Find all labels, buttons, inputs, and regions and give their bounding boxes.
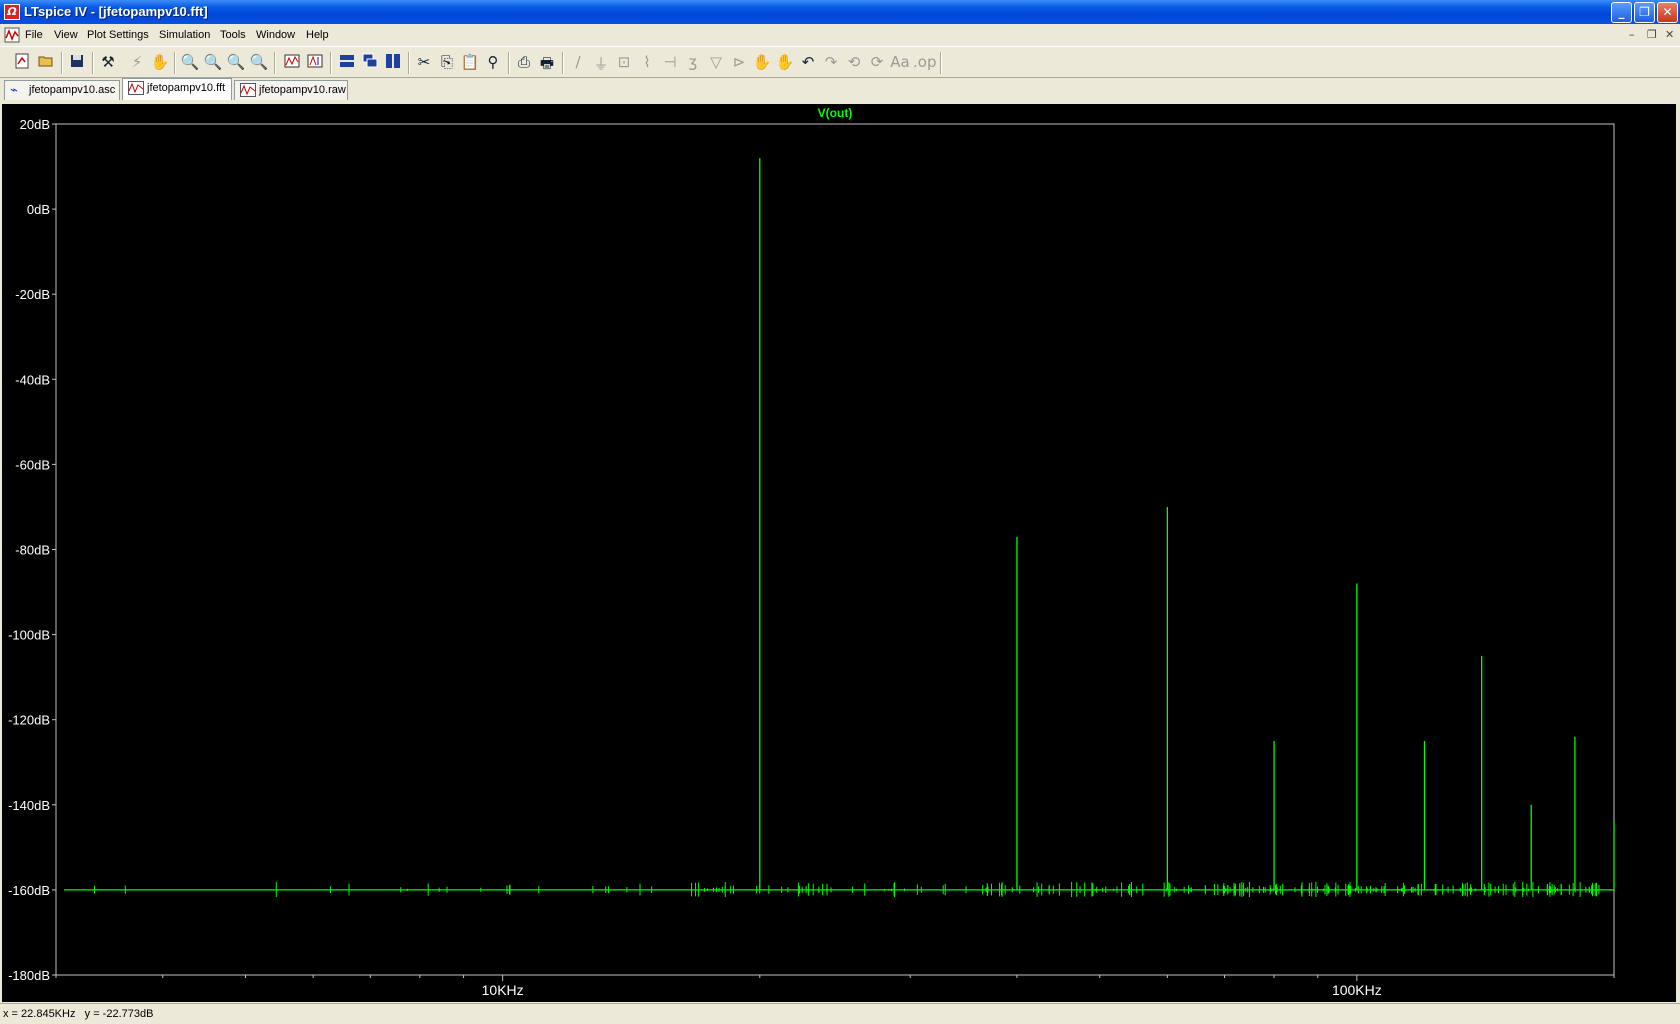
add-trace-icon[interactable] [305,53,325,73]
ltspice-app-icon[interactable]: Ω [4,4,20,20]
toolbar-separator [174,52,176,74]
ground-icon[interactable]: ⏚ [591,53,611,73]
tab-jfetopampv10-raw[interactable]: jfetopampv10.raw [234,80,348,100]
autorange-icon[interactable] [282,53,302,73]
drag-hand-icon[interactable]: ✋ [775,53,795,73]
tile-horizontal-icon[interactable] [337,53,357,73]
toolbar-separator [940,52,942,74]
rotate-icon[interactable]: ⟲ [844,53,864,73]
fft-plot-svg[interactable]: V(out) 20dB 0dB -20dB -40dB -60dB -80dB -100dB -… [2,104,1676,1002]
menu-help[interactable]: Help [306,29,329,41]
zoom-in-icon[interactable]: 🔍 [180,53,200,73]
toolbar-separator [274,52,276,74]
waveform-icon [240,83,256,98]
window-minimize-button[interactable]: _ [1611,2,1632,23]
cursor-x-readout: x = 22.845KHz [3,1008,76,1020]
toolbar: ⚒ ⚡ ✋ 🔍 🔍 🔍 🔍 ✂ ⎘ 📋 ⚲ ⎙ 🖶 ∕ ⏚ ⊡ ⌇ ⊣ ʒ ▽ … [0,46,1680,78]
toolbar-separator [508,52,510,74]
trace-title: V(out) [818,106,853,120]
cut-icon[interactable]: ✂ [414,53,434,73]
mirror-icon[interactable]: ⟳ [867,53,887,73]
toolbar-separator [61,52,63,74]
toolbar-separator [330,52,332,74]
capacitor-icon[interactable]: ⊣ [660,53,680,73]
toolbar-separator [408,52,410,74]
zoom-out-icon[interactable]: 🔍 [226,53,246,73]
schematic-icon: ⌁ [10,83,18,98]
title-bar: Ω LTspice IV - [jfetopampv10.fft] _ ❐ ✕ [0,0,1680,24]
control-panel-hammer-icon[interactable]: ⚒ [98,53,118,73]
zoom-fit-icon[interactable]: 🔍 [249,53,269,73]
window-title: LTspice IV - [jfetopampv10.fft] [24,4,208,19]
cursor-y-readout: y = -22.773dB [84,1008,154,1020]
find-binoculars-icon[interactable]: ⚲ [483,53,503,73]
y-tick-label: -100dB [8,628,50,643]
component-icon[interactable]: ⊳ [729,53,749,73]
resistor-icon[interactable]: ⌇ [637,53,657,73]
cursor-readout: x = 22.845KHz y = -22.773dB [3,1008,153,1020]
redo-icon[interactable]: ↷ [821,53,841,73]
tab-jfetopampv10-asc[interactable]: ⌁ jfetopampv10.asc [4,80,120,100]
print-icon[interactable]: 🖶 [537,53,557,73]
waveform-doc-icon[interactable] [4,27,20,43]
print-preview-icon[interactable]: ⎙ [514,53,534,73]
spice-directive-icon[interactable]: .op [913,53,936,73]
zoom-area-icon[interactable]: 🔍 [203,53,223,73]
new-schematic-icon[interactable] [12,53,32,73]
pan-hand-icon[interactable]: ✋ [150,53,170,73]
copy-icon[interactable]: ⎘ [437,53,457,73]
move-hand-icon[interactable]: ✋ [752,53,772,73]
tile-vertical-icon[interactable] [383,53,403,73]
tab-jfetopampv10-fft[interactable]: jfetopampv10.fft [122,78,232,100]
y-tick-label: 20dB [20,117,50,132]
menu-file[interactable]: File [25,29,43,41]
y-tick-label: -40dB [15,372,50,387]
y-tick-label: -140dB [8,798,50,813]
text-icon[interactable]: Aa [890,53,910,73]
menu-simulation[interactable]: Simulation [159,29,210,41]
x-tick-label: 10KHz [482,982,524,998]
y-tick-label: -20dB [15,287,50,302]
menu-view[interactable]: View [54,29,78,41]
mdi-restore-button[interactable]: ❐ [1647,28,1657,41]
mdi-minimize-button[interactable]: – [1629,28,1635,41]
status-bar: x = 22.845KHz y = -22.773dB [0,1003,1680,1024]
label-net-icon[interactable]: ⊡ [614,53,634,73]
inductor-icon[interactable]: ʒ [683,53,703,73]
y-tick-label: -120dB [8,713,50,728]
toolbar-separator [562,52,564,74]
toolbar-separator [92,52,94,74]
waveform-plot-pane[interactable]: V(out) 20dB 0dB -20dB -40dB -60dB -80dB -100dB -… [2,104,1676,1002]
y-tick-label: -160dB [8,883,50,898]
save-icon[interactable] [67,53,87,73]
y-tick-label: -80dB [15,543,50,558]
y-tick-label: 0dB [27,202,50,217]
tab-label: jfetopampv10.fft [147,82,226,94]
open-folder-icon[interactable] [36,53,56,73]
plot-frame [55,123,1615,976]
cascade-windows-icon[interactable] [360,53,380,73]
menu-tools[interactable]: Tools [220,29,246,41]
menu-bar: File View Plot Settings Simulation Tools… [0,24,1680,46]
y-tick-label: -60dB [15,457,50,472]
draw-wire-icon[interactable]: ∕ [568,53,588,73]
diode-icon[interactable]: ▽ [706,53,726,73]
run-simulation-icon[interactable]: ⚡ [127,53,147,73]
paste-icon[interactable]: 📋 [460,53,480,73]
y-tick-label: -180dB [8,968,50,983]
tab-label: jfetopampv10.asc [29,84,116,96]
menu-window[interactable]: Window [256,29,295,41]
waveform-icon [128,81,144,96]
tab-label: jfetopampv10.raw [259,84,346,96]
document-tab-bar: ⌁ jfetopampv10.asc jfetopampv10.fft jfet… [0,78,1680,102]
undo-icon[interactable]: ↶ [798,53,818,73]
x-tick-label: 100KHz [1332,982,1382,998]
window-maximize-button[interactable]: ❐ [1634,2,1655,23]
mdi-close-button[interactable]: ✕ [1665,28,1674,41]
window-close-button[interactable]: ✕ [1657,2,1678,23]
menu-plot-settings[interactable]: Plot Settings [87,29,149,41]
